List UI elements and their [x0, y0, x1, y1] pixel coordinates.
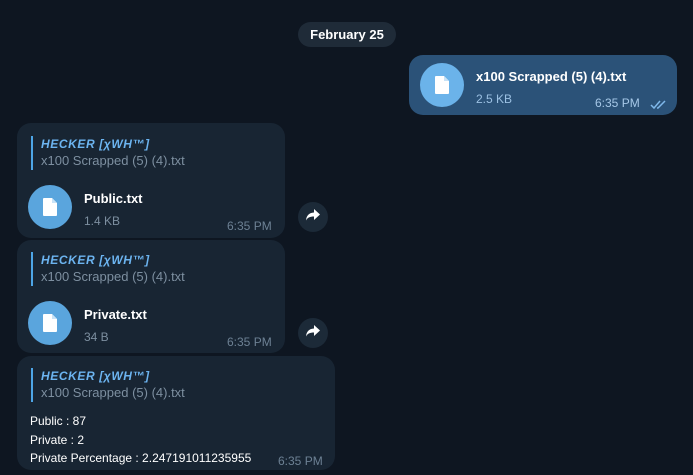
message-line-public: Public : 87: [30, 414, 87, 428]
outgoing-file-message[interactable]: x100 Scrapped (5) (4).txt 2.5 KB 6:35 PM: [409, 55, 677, 115]
message-time: 6:35 PM: [227, 219, 272, 233]
message-line-percentage: Private Percentage : 2.247191011235955: [30, 451, 252, 465]
file-size: 2.5 KB: [476, 92, 513, 106]
message-time: 6:35 PM: [227, 335, 272, 349]
incoming-file-message[interactable]: HECKER [χWH™] x100 Scrapped (5) (4).txt …: [17, 123, 285, 238]
double-check-icon: [650, 97, 668, 115]
reply-quote[interactable]: HECKER [χWH™] x100 Scrapped (5) (4).txt: [31, 136, 185, 170]
sender-name: HECKER [χWH™]: [41, 369, 150, 383]
forward-arrow-icon: [306, 208, 320, 226]
forward-button[interactable]: [298, 318, 328, 348]
sender-name: HECKER [χWH™]: [41, 253, 150, 267]
document-icon[interactable]: [28, 185, 72, 229]
quoted-file-name: x100 Scrapped (5) (4).txt: [41, 269, 185, 284]
file-name[interactable]: Private.txt: [84, 307, 147, 322]
incoming-file-message[interactable]: HECKER [χWH™] x100 Scrapped (5) (4).txt …: [17, 240, 285, 353]
message-time: 6:35 PM: [595, 96, 640, 110]
reply-quote[interactable]: HECKER [χWH™] x100 Scrapped (5) (4).txt: [31, 368, 185, 402]
document-icon[interactable]: [420, 63, 464, 107]
file-size: 34 B: [84, 330, 109, 344]
quoted-file-name: x100 Scrapped (5) (4).txt: [41, 153, 185, 168]
reply-quote[interactable]: HECKER [χWH™] x100 Scrapped (5) (4).txt: [31, 252, 185, 286]
message-time: 6:35 PM: [278, 454, 323, 468]
date-separator: February 25: [298, 22, 396, 47]
forward-button[interactable]: [298, 202, 328, 232]
file-name[interactable]: x100 Scrapped (5) (4).txt: [476, 69, 626, 84]
document-icon[interactable]: [28, 301, 72, 345]
quoted-file-name: x100 Scrapped (5) (4).txt: [41, 385, 185, 400]
file-name[interactable]: Public.txt: [84, 191, 143, 206]
message-text: Public : 87 Private : 2 Private Percenta…: [30, 412, 251, 468]
sender-name: HECKER [χWH™]: [41, 137, 150, 151]
file-size: 1.4 KB: [84, 214, 121, 228]
incoming-text-message[interactable]: HECKER [χWH™] x100 Scrapped (5) (4).txt …: [17, 356, 335, 470]
forward-arrow-icon: [306, 324, 320, 342]
message-line-private: Private : 2: [30, 432, 85, 447]
